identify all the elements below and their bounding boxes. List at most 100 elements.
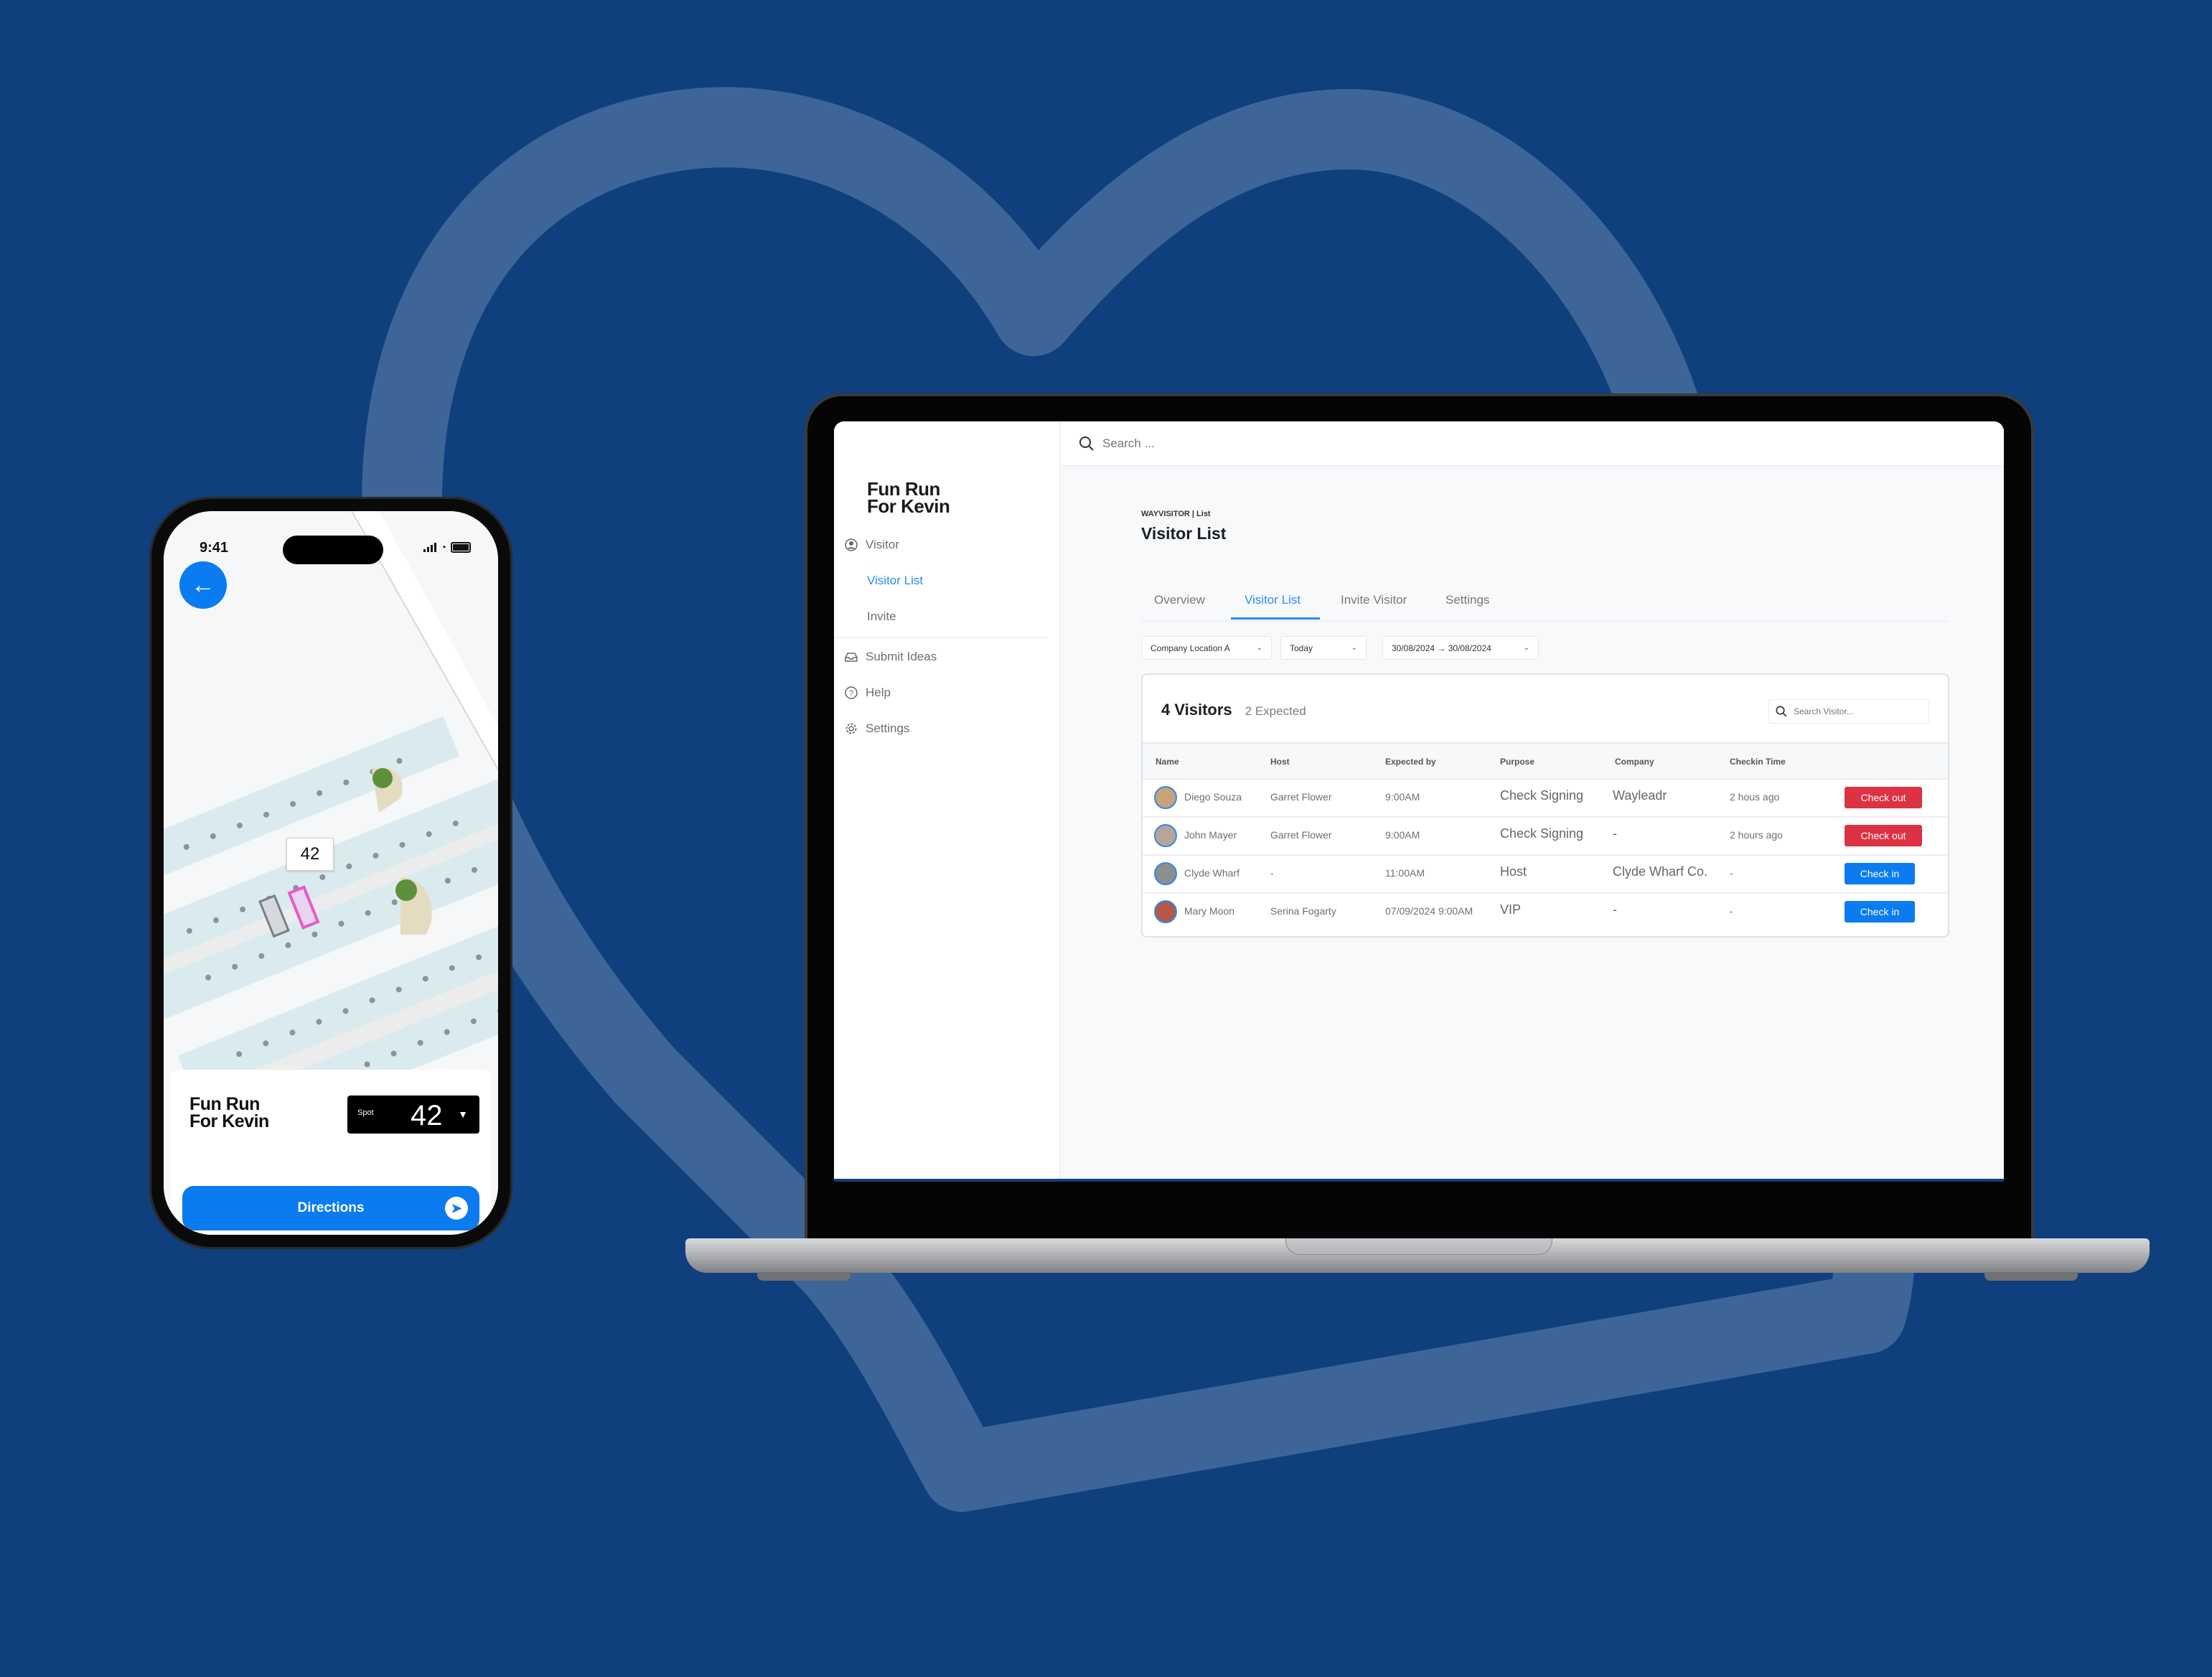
avatar: [1154, 824, 1177, 847]
sidebar-item-settings[interactable]: Settings: [844, 721, 909, 736]
visitor-count: 4 Visitors: [1161, 701, 1232, 719]
laptop-screen: Fun Run For Kevin Visitor Visitor List I…: [834, 421, 2004, 1182]
avatar: [1154, 786, 1177, 809]
search-icon: [1079, 436, 1094, 451]
tab-overview[interactable]: Overview: [1154, 593, 1205, 607]
visitor-name: John Mayer: [1184, 829, 1237, 841]
directions-button[interactable]: Directions ➤: [182, 1186, 479, 1230]
check-out-button[interactable]: Check out: [1845, 787, 1922, 808]
tree-icon: [372, 768, 393, 788]
sidebar-item-label: Submit Ideas: [866, 650, 937, 663]
visitor-name: Mary Moon: [1184, 905, 1235, 917]
global-search-input[interactable]: [1101, 435, 1391, 452]
caret-down-icon: ▼: [458, 1108, 468, 1120]
spot-number: 42: [411, 1100, 443, 1131]
status-time: 9:41: [200, 540, 229, 556]
visitor-checkin-time: 2 hous ago: [1730, 791, 1780, 803]
sidebar-divider: [834, 637, 1048, 638]
location-filter[interactable]: Company Location A ⌄: [1141, 636, 1272, 660]
laptop-base: [685, 1238, 2150, 1273]
laptop-foot: [757, 1272, 850, 1281]
visitor-expected-by: 07/09/2024 9:00AM: [1385, 905, 1473, 917]
visitor-checkin-time: 2 hours ago: [1730, 829, 1783, 841]
period-filter[interactable]: Today ⌄: [1280, 636, 1367, 660]
column-header[interactable]: Host: [1270, 757, 1290, 767]
location-filter-value: Company Location A: [1150, 643, 1230, 653]
inbox-icon: [844, 650, 858, 664]
visitor-purpose: Check Signing: [1500, 788, 1584, 803]
breadcrumb: WAYVISITOR | List: [1141, 510, 1211, 518]
visitor-purpose: Check Signing: [1500, 826, 1584, 841]
brand-title: Fun Run For Kevin: [867, 480, 950, 515]
search-icon: [1776, 706, 1787, 717]
directions-label: Directions: [297, 1200, 365, 1215]
visitor-company: -: [1613, 902, 1617, 917]
visitor-expected-by: 9:00AM: [1385, 829, 1420, 841]
table-row[interactable]: John Mayer Garret Flower 9:00AM Check Signi…: [1143, 816, 1948, 855]
visitor-checkin-time: -: [1730, 905, 1733, 917]
tab-visitor-list[interactable]: Visitor List: [1245, 593, 1301, 607]
sidebar-item-help[interactable]: ? Help: [844, 686, 891, 700]
visitor-expected-by: 11:00AM: [1385, 867, 1425, 879]
tab-bar: Overview Visitor List Invite Visitor Set…: [1141, 584, 1948, 622]
sidebar-item-submit-ideas[interactable]: Submit Ideas: [844, 650, 937, 664]
table-row[interactable]: Clyde Wharf - 11:00AM Host Clyde Wharf Co. - C…: [1143, 854, 1948, 893]
period-filter-value: Today: [1290, 643, 1313, 653]
navigation-arrow-icon: ➤: [445, 1197, 468, 1220]
chevron-down-icon: ⌄: [1523, 644, 1529, 652]
visitor-search-input[interactable]: [1792, 706, 1924, 717]
arrow-left-icon: ←: [191, 571, 215, 599]
tab-settings[interactable]: Settings: [1445, 593, 1489, 607]
avatar: [1154, 862, 1177, 885]
column-header[interactable]: Company: [1615, 757, 1654, 767]
visitors-card: 4 Visitors 2 Expected Name Host Expected…: [1141, 673, 1949, 938]
wifi-icon: ◔: [440, 541, 446, 553]
visitor-name: Clyde Wharf: [1184, 867, 1240, 879]
column-header[interactable]: Checkin Time: [1730, 757, 1786, 767]
visitor-checkin-time: -: [1730, 867, 1733, 879]
visitor-name: Diego Souza: [1184, 791, 1242, 803]
battery-icon: [451, 541, 471, 553]
gear-icon: [844, 721, 858, 736]
check-out-button[interactable]: Check out: [1845, 825, 1922, 846]
check-in-button[interactable]: Check in: [1845, 863, 1915, 884]
visitor-host: Garret Flower: [1270, 791, 1332, 803]
chevron-down-icon: ⌄: [1256, 644, 1262, 652]
table-row[interactable]: Diego Souza Garret Flower 9:00AM Check Sign…: [1143, 778, 1948, 817]
table-row[interactable]: Mary Moon Serina Fogarty 07/09/2024 9:00AM…: [1143, 892, 1948, 931]
date-range-value: 30/08/2024 → 30/08/2024: [1392, 643, 1491, 653]
sidebar-item-invite[interactable]: Invite: [867, 609, 896, 624]
selected-spot-tooltip: 42: [286, 838, 334, 871]
back-button[interactable]: ←: [179, 561, 227, 609]
visitor-expected-by: 9:00AM: [1385, 791, 1420, 803]
spot-selector[interactable]: Spot 42 ▼: [347, 1096, 479, 1134]
help-circle-icon: ?: [844, 686, 858, 700]
expected-count: 2 Expected: [1245, 704, 1306, 718]
sidebar-item-visitor[interactable]: Visitor: [844, 538, 899, 552]
visitor-purpose: Host: [1500, 864, 1527, 879]
visitor-company: Clyde Wharf Co.: [1613, 864, 1708, 879]
svg-text:?: ?: [849, 689, 853, 698]
phone-device: 42 9:41 ◔ ← Fun Run For Kevin Spot 42 ▼ …: [149, 497, 512, 1249]
user-circle-icon: [844, 538, 858, 552]
status-icons: ◔: [423, 541, 471, 553]
column-header[interactable]: Expected by: [1385, 757, 1436, 767]
laptop-foot: [1984, 1272, 2078, 1281]
date-range-filter[interactable]: 30/08/2024 → 30/08/2024 ⌄: [1382, 636, 1539, 660]
dynamic-island: [283, 536, 383, 564]
phone-screen: 42 9:41 ◔ ← Fun Run For Kevin Spot 42 ▼ …: [164, 511, 498, 1235]
check-in-button[interactable]: Check in: [1845, 901, 1915, 922]
column-header[interactable]: Name: [1156, 757, 1179, 767]
laptop-lid: Fun Run For Kevin Visitor Visitor List I…: [807, 396, 2031, 1243]
sidebar-item-visitor-list[interactable]: Visitor List: [867, 574, 923, 588]
visitor-host: Serina Fogarty: [1270, 905, 1336, 917]
sidebar-item-label: Help: [866, 686, 891, 699]
sidebar-item-label: Settings: [866, 721, 910, 735]
sidebar: Fun Run For Kevin Visitor Visitor List I…: [834, 421, 1061, 1179]
tab-invite-visitor[interactable]: Invite Visitor: [1341, 593, 1407, 607]
page-title: Visitor List: [1141, 524, 1227, 543]
table-header: Name Host Expected by Purpose Company Ch…: [1143, 742, 1948, 780]
column-header[interactable]: Purpose: [1500, 757, 1534, 767]
visitor-search[interactable]: [1768, 699, 1929, 724]
sidebar-item-label: Visitor: [866, 538, 899, 551]
